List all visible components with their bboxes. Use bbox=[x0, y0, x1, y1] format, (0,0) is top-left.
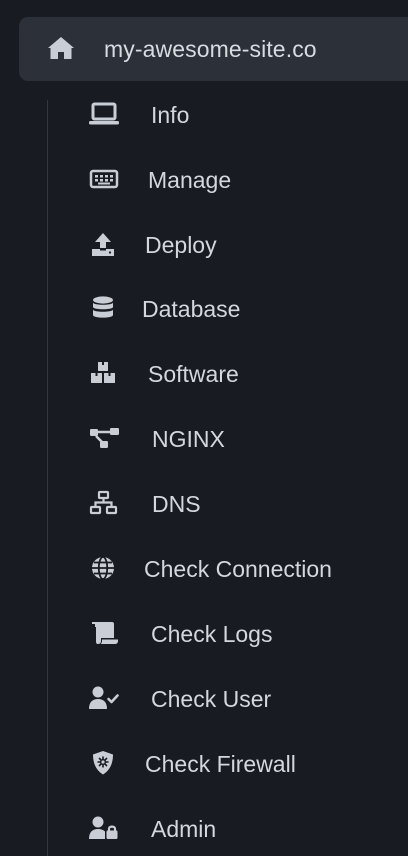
nav-item-info[interactable]: Info bbox=[80, 92, 390, 136]
nav-item-check-firewall[interactable]: Check Firewall bbox=[80, 741, 390, 785]
shield-virus-icon bbox=[88, 749, 120, 777]
nav-item-dns[interactable]: DNS bbox=[80, 481, 390, 525]
user-check-icon bbox=[88, 684, 120, 712]
home-icon bbox=[47, 36, 75, 60]
nav-item-database[interactable]: Database bbox=[80, 286, 390, 330]
nav-item-label: Check Connection bbox=[144, 556, 332, 582]
laptop-icon bbox=[88, 100, 120, 128]
keyboard-icon bbox=[88, 165, 120, 193]
nav-item-label: Check Logs bbox=[151, 621, 273, 647]
nav-item-label: NGINX bbox=[152, 426, 225, 452]
nav-item-software[interactable]: Software bbox=[80, 351, 390, 395]
user-lock-icon bbox=[88, 814, 120, 842]
scroll-icon bbox=[88, 619, 120, 647]
upload-icon bbox=[88, 230, 120, 258]
nav-item-label: Deploy bbox=[145, 232, 217, 258]
sidebar: my-awesome-site.co Info Manage Deploy Da… bbox=[0, 0, 408, 856]
nav-item-label: Database bbox=[142, 296, 241, 322]
nav-item-label: Info bbox=[151, 102, 190, 128]
nav-item-label: Check User bbox=[151, 686, 272, 712]
tree-connector-line bbox=[47, 100, 48, 856]
nav-item-check-user[interactable]: Check User bbox=[80, 676, 390, 720]
globe-icon bbox=[88, 554, 120, 582]
nav-item-admin[interactable]: Admin bbox=[80, 806, 390, 850]
nav-item-nginx[interactable]: NGINX bbox=[80, 416, 390, 460]
nav-item-label: Manage bbox=[148, 167, 232, 193]
boxes-icon bbox=[88, 359, 120, 387]
nav-item-label: Check Firewall bbox=[145, 751, 296, 777]
database-icon bbox=[88, 294, 120, 322]
nav-item-label: Software bbox=[148, 361, 239, 387]
site-header[interactable]: my-awesome-site.co bbox=[19, 17, 408, 81]
nav-item-label: Admin bbox=[151, 816, 217, 842]
nav-item-label: DNS bbox=[152, 491, 201, 517]
nav-item-deploy[interactable]: Deploy bbox=[80, 222, 390, 266]
network-icon bbox=[88, 489, 120, 517]
site-name: my-awesome-site.co bbox=[104, 36, 317, 62]
flow-icon bbox=[88, 424, 120, 452]
nav-item-check-connection[interactable]: Check Connection bbox=[80, 546, 390, 590]
nav-item-manage[interactable]: Manage bbox=[80, 157, 390, 201]
nav-item-check-logs[interactable]: Check Logs bbox=[80, 611, 390, 655]
